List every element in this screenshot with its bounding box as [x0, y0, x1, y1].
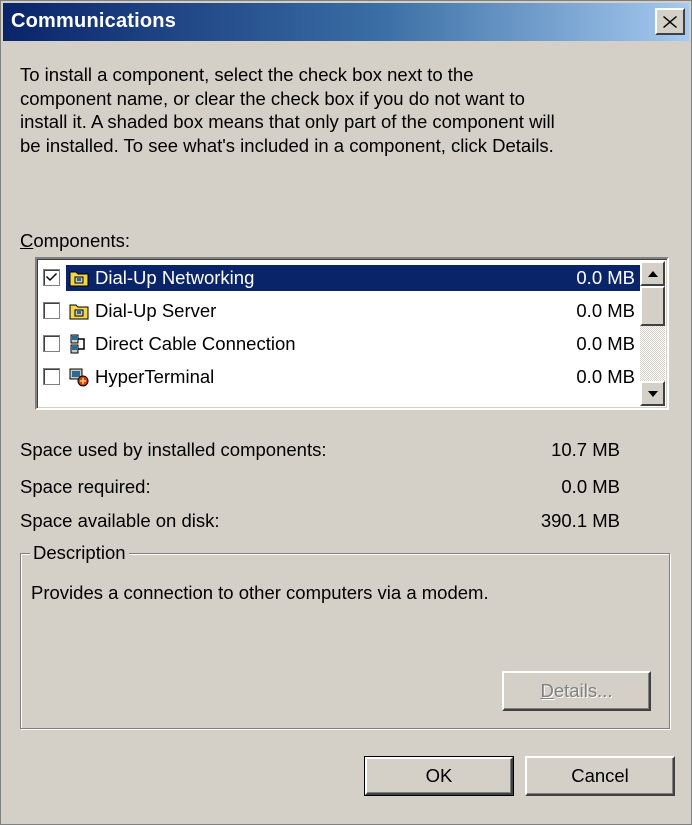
checkmark-icon — [46, 273, 57, 281]
space-required-label: Space required: — [20, 476, 151, 497]
window-title: Communications — [11, 10, 177, 32]
list-item-direct-cable-connection[interactable]: Direct Cable Connection 0.0 MB — [39, 327, 643, 360]
dialup-networking-icon — [68, 267, 90, 289]
list-item-body: Direct Cable Connection 0.0 MB — [66, 331, 643, 357]
checkbox-dialup-server[interactable] — [43, 302, 60, 319]
list-item-body: Dial-Up Server 0.0 MB — [66, 298, 643, 324]
components-listbox[interactable]: Dial-Up Networking 0.0 MB Dial-Up Server — [35, 257, 669, 410]
hyperterminal-icon — [68, 366, 90, 388]
checkbox-direct-cable-connection[interactable] — [43, 335, 60, 352]
cancel-button[interactable]: Cancel — [525, 756, 675, 796]
space-available-value: 390.1 MB — [540, 510, 620, 531]
direct-cable-icon — [68, 333, 90, 355]
instructions-line: To install a component, select the check… — [20, 64, 474, 85]
instructions-line: be installed. To see what's included in … — [20, 134, 554, 156]
list-item-body: Dial-Up Networking 0.0 MB — [66, 264, 643, 291]
description-groupbox: Description Provides a connection to oth… — [20, 542, 670, 729]
components-label-rest: omponents: — [33, 230, 131, 251]
components-label-mnemonic: C — [20, 230, 34, 251]
checkbox-hyperterminal[interactable] — [43, 368, 60, 385]
list-item-hyperterminal[interactable]: HyperTerminal 0.0 MB — [39, 360, 643, 393]
dialup-server-icon — [68, 300, 90, 322]
communications-dialog: Communications To install a component, s… — [0, 0, 692, 825]
description-text: Provides a connection to other computers… — [31, 582, 489, 603]
components-list: Dial-Up Networking 0.0 MB Dial-Up Server — [39, 261, 643, 393]
instructions-line: install it. A shaded box means that only… — [20, 111, 555, 132]
component-size: 0.0 MB — [576, 266, 635, 288]
scroll-thumb[interactable] — [640, 286, 665, 326]
scroll-down-button[interactable] — [640, 381, 665, 406]
instructions-text: To install a component, select the check… — [20, 63, 670, 157]
arrow-up-icon — [647, 270, 658, 277]
space-required-value: 0.0 MB — [561, 476, 620, 497]
component-size: 0.0 MB — [576, 299, 635, 321]
scroll-up-button[interactable] — [640, 261, 665, 286]
vertical-scrollbar[interactable] — [640, 261, 665, 406]
component-name: Dial-Up Server — [95, 299, 217, 321]
list-item-body: HyperTerminal 0.0 MB — [66, 364, 643, 390]
title-bar[interactable]: Communications — [3, 3, 689, 41]
space-installed-label: Space used by installed components: — [20, 439, 327, 460]
instructions-line: component name, or clear the check box i… — [20, 87, 525, 109]
checkbox-dialup-networking[interactable] — [43, 269, 60, 286]
component-size: 0.0 MB — [576, 365, 635, 387]
space-available-label: Space available on disk: — [20, 510, 220, 531]
component-size: 0.0 MB — [576, 332, 635, 354]
space-installed-row: Space used by installed components: 10.7… — [20, 439, 620, 463]
ok-label: OK — [425, 765, 453, 786]
space-installed-value: 10.7 MB — [551, 439, 620, 460]
cancel-label: Cancel — [571, 765, 629, 786]
arrow-down-icon — [647, 390, 658, 397]
space-required-row: Space required: 0.0 MB — [20, 476, 620, 500]
list-item-dialup-server[interactable]: Dial-Up Server 0.0 MB — [39, 294, 643, 327]
list-item-dialup-networking[interactable]: Dial-Up Networking 0.0 MB — [39, 261, 643, 294]
components-label: Components: — [20, 230, 130, 252]
component-name: Direct Cable Connection — [95, 332, 296, 354]
description-legend: Description — [30, 542, 129, 564]
ok-button[interactable]: OK — [364, 756, 514, 796]
close-button[interactable] — [655, 8, 685, 35]
details-button[interactable]: Details... — [502, 671, 651, 711]
details-label-rest: etails... — [553, 680, 613, 701]
space-available-row: Space available on disk: 390.1 MB — [20, 510, 620, 534]
details-mnemonic: D — [540, 680, 554, 701]
component-name: HyperTerminal — [95, 365, 215, 387]
close-icon — [663, 15, 677, 28]
component-name: Dial-Up Networking — [95, 266, 255, 288]
